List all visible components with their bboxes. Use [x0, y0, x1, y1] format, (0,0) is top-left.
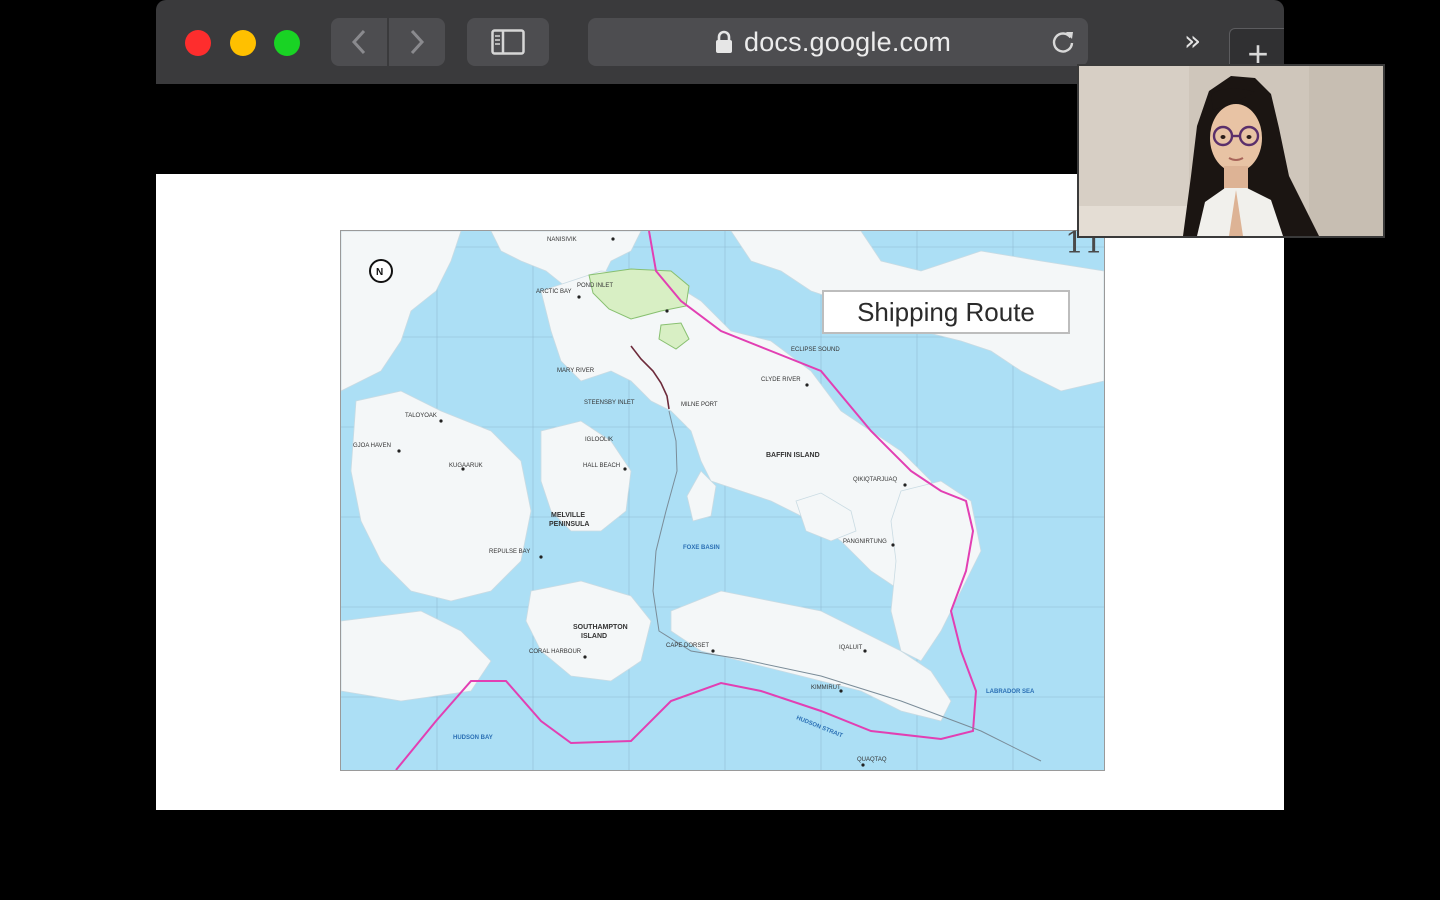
map-label-gjoa-haven: GJOA HAVEN	[353, 443, 391, 449]
map-label-steensby-inlet: STEENSBY INLET	[584, 400, 635, 406]
map-label-repulse-bay: REPULSE BAY	[489, 549, 530, 555]
map-label-mary-river: MARY RIVER	[557, 368, 595, 374]
map-label-quaqtaq: QUAQTAQ	[857, 757, 887, 763]
lock-icon	[716, 30, 732, 53]
map-label-coral-harbour: CORAL HARBOUR	[529, 649, 582, 655]
double-chevron-right-icon[interactable]: »	[1184, 24, 1201, 57]
webcam-participant[interactable]	[1077, 64, 1385, 238]
map-label-hall-beach: HALL BEACH	[583, 463, 620, 469]
chevron-right-icon	[410, 29, 425, 55]
map-label-kugaaruk: KUGAARUK	[449, 463, 483, 469]
map-label-eclipse-sound: ECLIPSE SOUND	[791, 347, 840, 353]
map-label-taloyoak: TALOYOAK	[405, 413, 437, 419]
map-label-southampton: SOUTHAMPTON	[573, 624, 628, 631]
map-label-arctic-bay: ARCTIC BAY	[536, 289, 572, 295]
zoom-window-button[interactable]	[274, 30, 300, 56]
map-label-qikiqtarjuaq: QIKIQTARJUAQ	[853, 477, 898, 483]
map-label-island: ISLAND	[581, 633, 607, 640]
map-label-clyde-river: CLYDE RIVER	[761, 377, 801, 383]
map-label-baffin-island: BAFFIN ISLAND	[766, 452, 820, 459]
map-label-iqaluit: IQALUIT	[839, 645, 863, 651]
map-label-melville: MELVILLE	[551, 512, 585, 519]
sidebar-toggle-button[interactable]	[467, 18, 549, 66]
map-label-labrador-sea: LABRADOR SEA	[986, 689, 1035, 695]
map-label-pond-inlet: POND INLET	[577, 283, 613, 289]
map-label-pangnirtung: PANGNIRTUNG	[843, 539, 887, 545]
map-label-nanisivik: NANISIVIK	[547, 237, 577, 243]
sidebar-icon	[491, 29, 525, 55]
minimize-window-button[interactable]	[230, 30, 256, 56]
url-text: docs.google.com	[744, 27, 952, 57]
map-label-milne-port: MILNE PORT	[681, 402, 718, 408]
map-label-foxe-basin: FOXE BASIN	[683, 545, 720, 551]
back-button[interactable]	[331, 18, 387, 66]
map-label-cape-dorset: CAPE DORSET	[666, 643, 709, 649]
map-label-peninsula: PENINSULA	[549, 521, 589, 528]
presentation-slide: N BAFFIN ISLAND FOXE BASIN SOUTHAMPTON I…	[156, 174, 1284, 810]
map-label-hudson-bay: HUDSON BAY	[453, 735, 493, 741]
participant-video	[1079, 66, 1383, 236]
reload-icon[interactable]	[1050, 29, 1076, 55]
map-label-kimmirut: KIMMIRUT	[811, 685, 841, 691]
forward-button[interactable]	[389, 18, 445, 66]
chevron-left-icon	[351, 29, 366, 55]
map-label-igloolik: IGLOOLIK	[585, 437, 613, 443]
svg-text:N: N	[376, 267, 383, 278]
address-bar[interactable]: docs.google.com	[588, 18, 1088, 66]
shipping-route-label: Shipping Route	[822, 290, 1070, 334]
close-window-button[interactable]	[185, 30, 211, 56]
